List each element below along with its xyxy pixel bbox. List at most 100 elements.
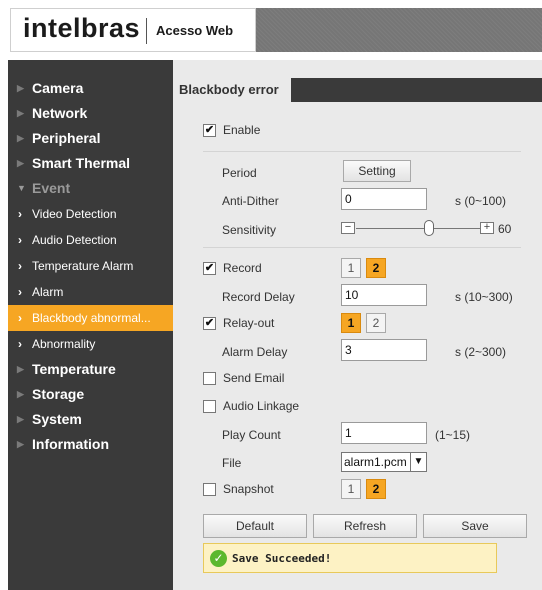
send-email-label: Send Email xyxy=(223,371,285,385)
play-count-unit: (1~15) xyxy=(435,428,471,442)
antidither-unit: s (0~100) xyxy=(455,194,507,208)
sidebar-item-label: Event xyxy=(32,180,71,196)
caret-right-icon: ▶ xyxy=(17,414,24,424)
antidither-label: Anti-Dither xyxy=(222,194,279,208)
snapshot-channel-1[interactable]: 1 xyxy=(341,479,361,499)
caret-right-icon: ▶ xyxy=(17,439,24,449)
enable-label: Enable xyxy=(223,123,261,137)
relay-checkbox[interactable]: ✔ xyxy=(203,316,216,330)
caret-right-icon: ▶ xyxy=(17,133,24,143)
record-checkbox[interactable]: ✔ xyxy=(203,261,216,275)
sidebar-item-network[interactable]: ▶ Network xyxy=(8,101,173,126)
sidebar-subitem-label: Temperature Alarm xyxy=(32,259,134,273)
chevron-right-icon: › xyxy=(18,311,22,325)
status-text: Save Succeeded! xyxy=(232,551,332,565)
caret-right-icon: ▶ xyxy=(17,158,24,168)
sidebar-subitem-temperature-alarm[interactable]: › Temperature Alarm xyxy=(8,253,173,279)
record-delay-unit: s (10~300) xyxy=(455,290,513,304)
sidebar-item-information[interactable]: ▶ Information xyxy=(8,432,173,457)
file-select[interactable]: alarm1.pcm ▼ xyxy=(341,452,427,472)
sidebar-item-peripheral[interactable]: ▶ Peripheral xyxy=(8,126,173,151)
sidebar-item-label: System xyxy=(32,411,82,427)
check-circle-icon: ✓ xyxy=(210,549,227,567)
caret-right-icon: ▶ xyxy=(17,364,24,374)
play-count-label: Play Count xyxy=(222,428,281,442)
record-row: ✔ Record xyxy=(203,256,262,280)
record-delay-label: Record Delay xyxy=(222,290,295,304)
sidebar-item-label: Camera xyxy=(32,80,84,96)
alarm-delay-input[interactable]: 3 xyxy=(341,339,427,361)
refresh-button[interactable]: Refresh xyxy=(313,514,417,538)
chevron-right-icon: › xyxy=(18,337,22,351)
divider xyxy=(203,151,521,152)
sidebar-item-event[interactable]: ▼ Event xyxy=(8,176,173,201)
main-panel: Blackbody error ✔ Enable Period Setting … xyxy=(173,60,542,590)
caret-right-icon: ▶ xyxy=(17,108,24,118)
sensitivity-label: Sensitivity xyxy=(222,223,277,237)
caret-right-icon: ▶ xyxy=(17,389,24,399)
sidebar-item-label: Information xyxy=(32,436,109,452)
chevron-right-icon: › xyxy=(18,285,22,299)
chevron-right-icon: › xyxy=(18,233,22,247)
relay-channel-1[interactable]: 1 xyxy=(341,313,361,333)
default-button[interactable]: Default xyxy=(203,514,307,538)
sidebar-subitem-label: Alarm xyxy=(32,285,64,299)
sidebar-item-storage[interactable]: ▶ Storage xyxy=(8,382,173,407)
sensitivity-slider-thumb[interactable] xyxy=(424,220,434,236)
record-label: Record xyxy=(223,261,262,275)
send-email-row: Send Email xyxy=(203,366,284,390)
record-delay-input[interactable]: 10 xyxy=(341,284,427,306)
header-banner xyxy=(256,8,542,52)
sidebar-subitem-label: Audio Detection xyxy=(32,233,117,247)
sidebar-subitem-label: Video Detection xyxy=(32,207,117,221)
sidebar-subitem-blackbody-abnormal[interactable]: › Blackbody abnormal... xyxy=(8,305,173,331)
enable-row: ✔ Enable xyxy=(203,118,260,142)
chevron-right-icon: › xyxy=(18,207,22,221)
logo: intelbras Acesso Web xyxy=(10,8,256,52)
sidebar-subitem-audio-detection[interactable]: › Audio Detection xyxy=(8,227,173,253)
enable-checkbox[interactable]: ✔ xyxy=(203,123,216,137)
sidebar-subitem-label: Blackbody abnormal... xyxy=(32,311,151,325)
sidebar-item-label: Smart Thermal xyxy=(32,155,131,171)
caret-right-icon: ▶ xyxy=(17,83,24,93)
snapshot-channel-2[interactable]: 2 xyxy=(366,479,386,499)
period-setting-button[interactable]: Setting xyxy=(343,160,411,182)
sidebar-item-system[interactable]: ▶ System xyxy=(8,407,173,432)
divider xyxy=(203,247,521,248)
audio-linkage-checkbox[interactable] xyxy=(203,399,216,413)
sidebar-subitem-abnormality[interactable]: › Abnormality xyxy=(8,331,173,357)
snapshot-checkbox[interactable] xyxy=(203,482,216,496)
period-label: Period xyxy=(222,166,257,180)
antidither-input[interactable]: 0 xyxy=(341,188,427,210)
relay-label: Relay-out xyxy=(223,316,275,330)
save-button[interactable]: Save xyxy=(423,514,527,538)
chevron-down-icon[interactable]: ▼ xyxy=(410,453,426,471)
alarm-delay-unit: s (2~300) xyxy=(455,345,507,359)
sidebar-item-label: Storage xyxy=(32,386,85,402)
file-label: File xyxy=(222,456,242,470)
chevron-right-icon: › xyxy=(18,259,22,273)
tab-blackbody-error[interactable]: Blackbody error xyxy=(173,78,291,102)
audio-linkage-label: Audio Linkage xyxy=(223,399,300,413)
sidebar-item-label: Peripheral xyxy=(32,130,101,146)
sidebar-item-camera[interactable]: ▶ Camera xyxy=(8,76,173,101)
brand-logo-text: intelbras xyxy=(23,13,141,43)
sensitivity-decrease-button[interactable]: − xyxy=(341,222,355,234)
sidebar-item-smart-thermal[interactable]: ▶ Smart Thermal xyxy=(8,151,173,176)
sidebar-subitem-alarm[interactable]: › Alarm xyxy=(8,279,173,305)
sensitivity-increase-button[interactable]: + xyxy=(480,222,494,234)
sensitivity-slider-track[interactable] xyxy=(356,228,480,229)
caret-down-icon: ▼ xyxy=(17,183,26,193)
file-select-value: alarm1.pcm xyxy=(344,455,407,469)
status-message: ✓ Save Succeeded! xyxy=(203,543,497,573)
send-email-checkbox[interactable] xyxy=(203,371,216,385)
relay-channel-2[interactable]: 2 xyxy=(366,313,386,333)
record-channel-1[interactable]: 1 xyxy=(341,258,361,278)
sidebar-item-temperature[interactable]: ▶ Temperature xyxy=(8,357,173,382)
record-channel-2[interactable]: 2 xyxy=(366,258,386,278)
header: intelbras Acesso Web xyxy=(0,0,542,60)
sensitivity-value: 60 xyxy=(498,222,512,236)
sidebar-subitem-video-detection[interactable]: › Video Detection xyxy=(8,201,173,227)
play-count-input[interactable]: 1 xyxy=(341,422,427,444)
product-name: Acesso Web xyxy=(156,23,234,38)
